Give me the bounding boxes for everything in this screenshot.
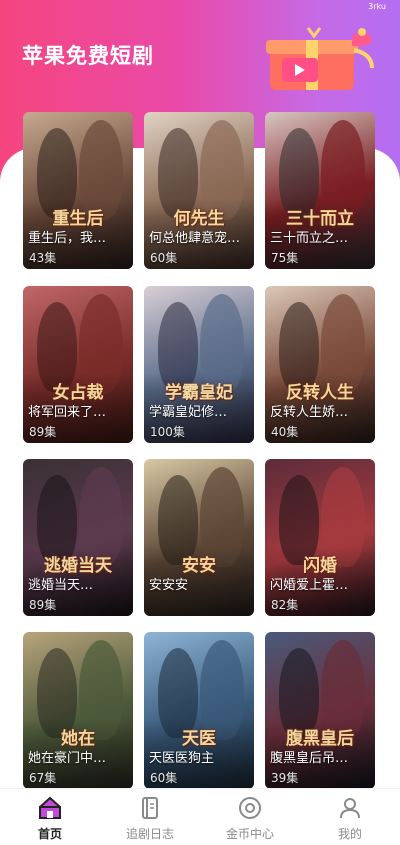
drama-title: 学霸皇妃修… [149, 405, 228, 420]
episode-count: 100集 [150, 425, 185, 439]
tab-coin-center-label: 金币中心 [225, 827, 274, 841]
drama-title: 逃婚当天… [28, 578, 94, 593]
drama-title: 将军回来了… [28, 405, 107, 420]
bottom-tab-bar: 首页 追剧日志 金币中心 我的 [0, 788, 400, 845]
tab-home[interactable]: 首页 [0, 793, 100, 843]
drama-title: 重生后，我… [28, 231, 107, 246]
gift-box-icon[interactable] [262, 24, 382, 94]
drama-card[interactable]: 学霸皇妃学霸皇妃修… 100集 [144, 286, 254, 443]
coin-icon [239, 797, 261, 819]
episode-count: 67集 [29, 771, 57, 785]
poster-calligraphy: 安安 [182, 556, 216, 576]
drama-title: 安安安 [149, 578, 189, 593]
drama-card[interactable]: 腹黑皇后腹黑皇后吊… 39集 [265, 632, 375, 789]
poster-calligraphy: 三十而立 [286, 209, 354, 229]
tab-mine[interactable]: 我的 [300, 793, 400, 843]
poster-calligraphy: 学霸皇妃 [165, 383, 233, 403]
drama-title: 三十而立之… [270, 231, 349, 246]
drama-title: 她在豪门中… [28, 751, 107, 766]
drama-title: 腹黑皇后吊… [270, 751, 349, 766]
drama-card[interactable]: 她在她在豪门中… 67集 [23, 632, 133, 789]
episode-count: 89集 [29, 425, 57, 439]
app-title: 苹果免费短剧 [22, 44, 154, 68]
drama-title: 天医医狗主 [149, 751, 215, 766]
drama-title: 闪婚爱上霍… [270, 578, 349, 593]
drama-card[interactable]: 反转人生反转人生娇… 40集 [265, 286, 375, 443]
poster-calligraphy: 逃婚当天 [44, 556, 112, 576]
drama-title: 反转人生娇… [270, 405, 349, 420]
poster-calligraphy: 女占裁 [52, 383, 104, 403]
drama-card[interactable]: 安安 安安安 [144, 459, 254, 616]
episode-count: 82集 [271, 598, 299, 612]
tab-watch-log-label: 追剧日志 [125, 827, 174, 841]
tab-coin-center[interactable]: 金币中心 [200, 793, 300, 843]
tab-mine-label: 我的 [337, 827, 362, 841]
episode-count: 40集 [271, 425, 299, 439]
user-icon [340, 798, 360, 819]
drama-card[interactable]: 天医天医医狗主 60集 [144, 632, 254, 789]
episode-count: 43集 [29, 251, 57, 265]
drama-card[interactable]: 女占裁将军回来了… 89集 [23, 286, 133, 443]
poster-calligraphy: 反转人生 [286, 383, 354, 403]
status-tag: 3rku [368, 2, 386, 11]
episode-count: 60集 [150, 771, 178, 785]
drama-card[interactable]: 重生后重生后，我… 43集 [23, 112, 133, 269]
drama-card[interactable]: 何先生何总他肆意宠… 60集 [144, 112, 254, 269]
drama-title: 何总他肆意宠… [149, 231, 241, 246]
tab-watch-log[interactable]: 追剧日志 [100, 793, 200, 843]
episode-count: 60集 [150, 251, 178, 265]
poster-calligraphy: 腹黑皇后 [286, 729, 354, 749]
poster-calligraphy: 她在 [61, 729, 95, 749]
poster-calligraphy: 天医 [182, 729, 216, 749]
drama-card[interactable]: 闪婚闪婚爱上霍… 82集 [265, 459, 375, 616]
episode-count: 39集 [271, 771, 299, 785]
drama-card[interactable]: 三十而立三十而立之… 75集 [265, 112, 375, 269]
poster-calligraphy: 闪婚 [303, 556, 337, 576]
episode-count: 89集 [29, 598, 57, 612]
book-icon [142, 797, 158, 819]
home-icon [39, 796, 61, 819]
drama-card[interactable]: 逃婚当天逃婚当天… 89集 [23, 459, 133, 616]
episode-count: 75集 [271, 251, 299, 265]
tab-home-label: 首页 [37, 827, 62, 841]
poster-calligraphy: 何先生 [173, 209, 225, 229]
poster-calligraphy: 重生后 [52, 209, 104, 229]
